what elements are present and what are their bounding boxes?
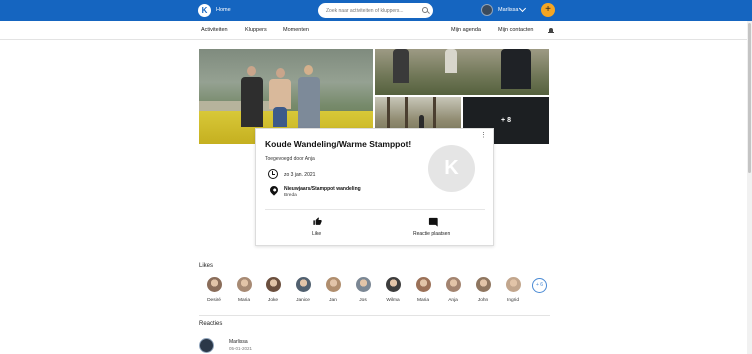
avatar[interactable] xyxy=(236,277,252,292)
liker-item[interactable]: Wilma xyxy=(382,277,404,303)
divider xyxy=(199,315,550,316)
stone-pillar xyxy=(445,49,457,73)
event-photo-2[interactable] xyxy=(375,49,549,95)
liker-item[interactable]: Jos xyxy=(352,277,374,303)
nav-mijn-contacten[interactable]: Mijn contacten xyxy=(498,27,533,33)
comment-author[interactable]: Marlissa xyxy=(229,339,248,345)
comment-date: 05-01-2021 xyxy=(229,346,253,351)
liker-item[interactable]: John xyxy=(472,277,494,303)
nav-kluppers[interactable]: Kluppers xyxy=(245,27,267,33)
search-input[interactable] xyxy=(326,5,422,16)
avatar[interactable] xyxy=(415,277,431,292)
scrollbar[interactable] xyxy=(747,21,752,354)
nav-activiteiten[interactable]: Activiteiten xyxy=(201,27,228,33)
app-logo-icon[interactable]: K xyxy=(198,4,211,17)
avatar[interactable] xyxy=(385,277,401,292)
user-avatar[interactable] xyxy=(481,4,493,16)
avatar[interactable] xyxy=(265,277,281,292)
liker-name: Desiré xyxy=(207,298,221,303)
nav-mijn-agenda[interactable]: Mijn agenda xyxy=(451,27,481,33)
liker-item[interactable]: Janice xyxy=(292,277,314,303)
comment-button[interactable]: Reactie plaatsen xyxy=(413,231,450,237)
liker-name: John xyxy=(477,298,489,303)
reacties-heading: Reacties xyxy=(199,321,223,327)
search-icon[interactable] xyxy=(422,7,428,13)
more-likes-button[interactable]: + 6 xyxy=(532,278,547,293)
person-figure xyxy=(269,79,291,109)
avatar[interactable] xyxy=(445,277,461,292)
event-logo-icon: K xyxy=(428,145,475,192)
liker-item[interactable]: Joke xyxy=(262,277,284,303)
liker-item[interactable]: Ingrid xyxy=(502,277,524,303)
avatar[interactable] xyxy=(475,277,491,292)
event-location-name: Nieuwjaars/Stamppot wandeling xyxy=(284,186,361,192)
event-card: Koude Wandeling/Warme Stamppot! ⋮ Toegev… xyxy=(255,128,494,246)
comment-icon[interactable] xyxy=(428,217,439,227)
liker-name: Joke xyxy=(267,298,279,303)
like-button[interactable]: Like xyxy=(312,231,321,237)
avatar[interactable] xyxy=(325,277,341,292)
liker-item[interactable]: Maria xyxy=(233,277,255,303)
liker-name: Wilma xyxy=(386,298,400,303)
add-button[interactable]: + xyxy=(541,3,555,17)
search-box[interactable] xyxy=(318,3,433,18)
person-figure xyxy=(419,115,424,129)
person-figure xyxy=(241,77,263,127)
top-navigation-bar: K Home Marlissa + xyxy=(0,0,752,21)
liker-name: Maria xyxy=(417,298,429,303)
event-date: zo 3 jan. 2021 xyxy=(284,172,316,178)
avatar[interactable] xyxy=(355,277,371,292)
liker-item[interactable]: Anja xyxy=(442,277,464,303)
location-pin-icon xyxy=(268,184,280,196)
liker-item[interactable]: Maria xyxy=(412,277,434,303)
clock-icon xyxy=(268,169,278,179)
person-legs xyxy=(273,107,287,127)
liker-name: Janice xyxy=(296,298,310,303)
liker-name: Jos xyxy=(359,298,367,303)
bell-icon[interactable] xyxy=(548,28,554,33)
more-options-icon[interactable]: ⋮ xyxy=(480,132,487,139)
liker-item[interactable]: Desiré xyxy=(203,277,225,303)
likes-heading: Likes xyxy=(199,263,214,269)
event-title: Koude Wandeling/Warme Stamppot! xyxy=(265,139,412,149)
person-figure xyxy=(501,49,531,89)
event-location-city: Breda xyxy=(284,193,297,198)
nav-momenten[interactable]: Momenten xyxy=(283,27,309,33)
chevron-down-icon[interactable] xyxy=(518,4,527,13)
liker-name: Anja xyxy=(448,298,458,303)
divider xyxy=(265,209,485,210)
avatar[interactable] xyxy=(295,277,311,292)
user-name[interactable]: Marlissa xyxy=(498,7,518,13)
person-head xyxy=(276,68,285,78)
thumbs-up-icon[interactable] xyxy=(313,217,322,226)
scrollbar-thumb[interactable] xyxy=(748,23,751,173)
person-head xyxy=(247,66,256,76)
avatar[interactable] xyxy=(199,338,214,353)
avatar[interactable] xyxy=(505,277,521,292)
liker-name: Jan xyxy=(329,298,337,303)
liker-item[interactable]: Jan xyxy=(322,277,344,303)
person-head xyxy=(304,65,313,75)
liker-name: Ingrid xyxy=(507,298,519,303)
event-organizer: Toegevoegd door Anja xyxy=(265,156,315,162)
home-link[interactable]: Home xyxy=(216,7,231,13)
person-figure xyxy=(393,49,409,83)
person-figure xyxy=(298,77,320,129)
avatar[interactable] xyxy=(206,277,222,292)
secondary-navigation: Activiteiten Kluppers Momenten Mijn agen… xyxy=(0,21,752,40)
